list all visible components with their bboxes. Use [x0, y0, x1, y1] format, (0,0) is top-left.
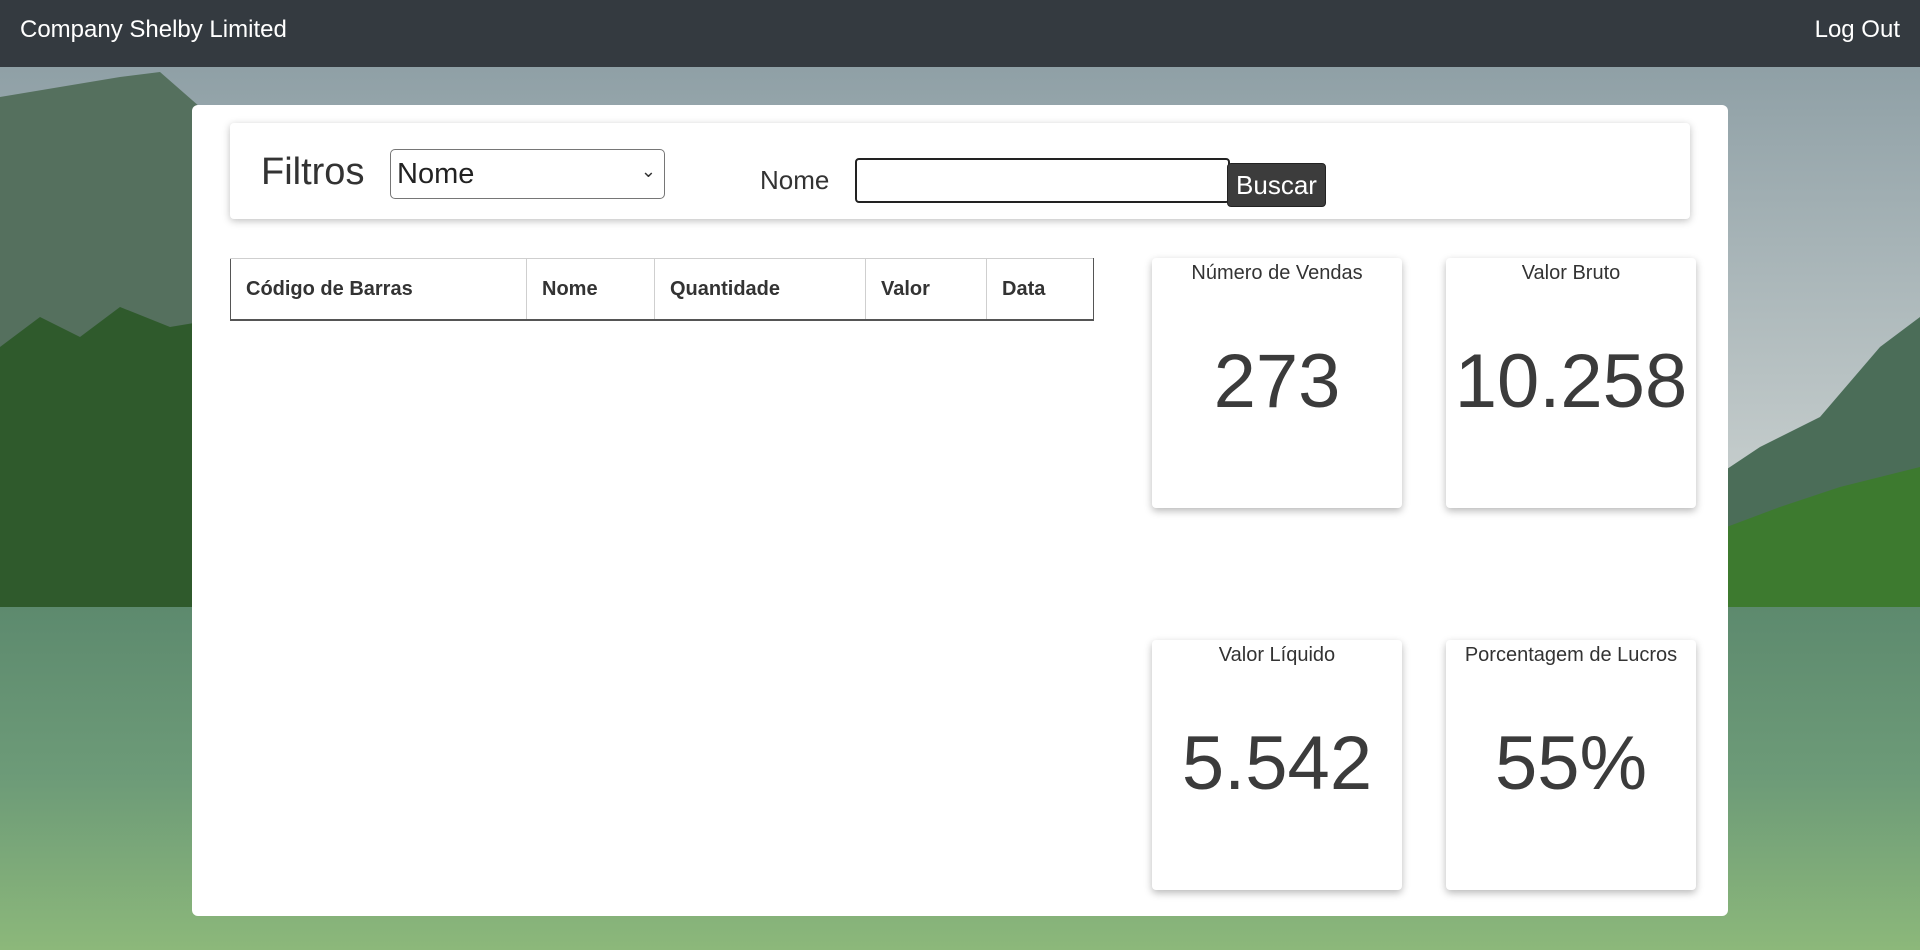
- column-header-name[interactable]: Nome: [526, 258, 655, 321]
- card-title: Valor Bruto: [1521, 262, 1621, 284]
- gross-value-card: Valor Bruto 10.258: [1446, 258, 1696, 508]
- top-navbar: Company Shelby Limited Log Out: [0, 0, 1920, 67]
- filter-select-value: Nome: [397, 157, 475, 190]
- sales-table: Código de Barras Nome Quantidade Valor D…: [230, 258, 1094, 321]
- card-value: 10.258: [1454, 339, 1688, 424]
- column-header-date[interactable]: Data: [986, 258, 1094, 321]
- name-label: Nome: [760, 165, 830, 195]
- filter-title: Filtros: [261, 151, 365, 193]
- card-title: Número de Vendas: [1191, 262, 1363, 284]
- search-button[interactable]: Buscar: [1227, 163, 1326, 207]
- column-header-value[interactable]: Valor: [865, 258, 987, 321]
- card-title: Valor Líquido: [1218, 644, 1336, 666]
- net-value-card: Valor Líquido 5.542: [1152, 640, 1402, 890]
- card-value: 273: [1213, 339, 1341, 424]
- brand-name[interactable]: Company Shelby Limited: [20, 16, 287, 44]
- name-search-input[interactable]: [855, 158, 1230, 203]
- card-value: 55%: [1494, 721, 1648, 806]
- card-value: 5.542: [1181, 721, 1373, 806]
- profit-percentage-card: Porcentagem de Lucros 55%: [1446, 640, 1696, 890]
- logout-link[interactable]: Log Out: [1815, 16, 1900, 44]
- column-header-barcode[interactable]: Código de Barras: [230, 258, 527, 321]
- chevron-down-icon: ⌄: [640, 161, 656, 181]
- table-header-row: Código de Barras Nome Quantidade Valor D…: [230, 258, 1094, 321]
- sales-count-card: Número de Vendas 273: [1152, 258, 1402, 508]
- column-header-quantity[interactable]: Quantidade: [654, 258, 866, 321]
- filter-bar: Filtros Nome ⌄ Nome Buscar: [230, 123, 1690, 219]
- main-panel: Filtros Nome ⌄ Nome Buscar Código de Bar…: [192, 105, 1728, 916]
- filter-type-select[interactable]: Nome ⌄: [390, 149, 665, 199]
- card-title: Porcentagem de Lucros: [1464, 644, 1678, 666]
